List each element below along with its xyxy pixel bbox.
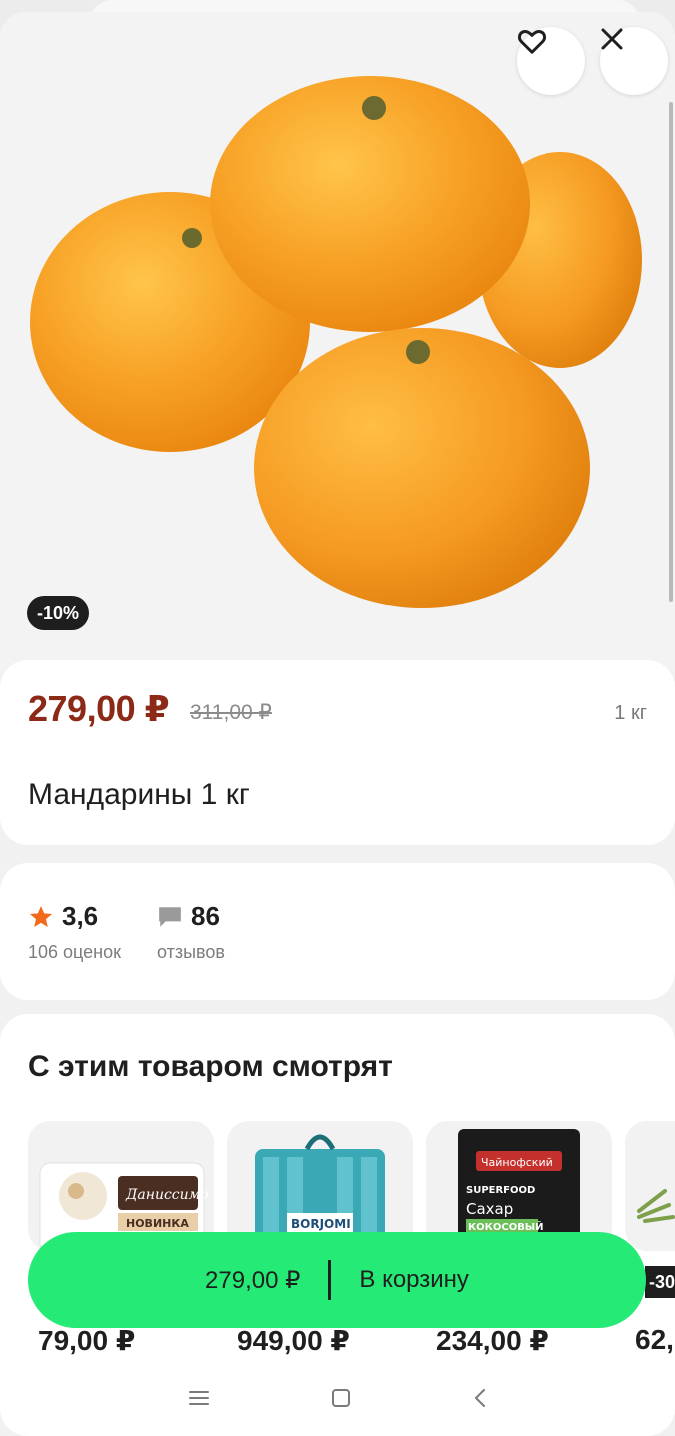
recommendations-title: С этим товаром смотрят xyxy=(28,1050,393,1083)
star-icon xyxy=(29,905,53,927)
line1-label: SUPERFOOD xyxy=(466,1185,535,1196)
scrollbar[interactable] xyxy=(669,102,673,602)
back-chevron-icon[interactable] xyxy=(472,1387,488,1409)
ratings-count: 106 оценок xyxy=(28,942,121,962)
rating-score: 3,6 xyxy=(62,901,99,931)
rec-product-price: 949,00 ₽ xyxy=(237,1325,350,1356)
cart-button-price: 279,00 ₽ xyxy=(205,1266,301,1294)
cart-button-label: В корзину xyxy=(359,1266,469,1293)
product-weight: 1 кг xyxy=(614,702,647,724)
heart-icon xyxy=(517,29,547,54)
reviews-label: отзывов xyxy=(157,942,225,962)
system-navigation-bar xyxy=(0,1360,675,1436)
close-icon xyxy=(601,28,623,50)
add-to-cart-button[interactable]: 279,00 ₽ В корзину xyxy=(28,1232,646,1328)
comment-icon xyxy=(159,906,181,927)
menu-icon[interactable] xyxy=(188,1389,210,1407)
price-card: 279,00 ₽ 311,00 ₽ 1 кг Мандарины 1 кг xyxy=(0,660,675,845)
close-button[interactable] xyxy=(600,27,668,95)
rec-discount-badge: -30 xyxy=(645,1266,675,1298)
rating-card: 3,6 106 оценок 86 отзывов xyxy=(0,863,675,1000)
rec-product-price: 234,00 ₽ xyxy=(436,1325,549,1356)
rating-block[interactable]: 3,6 106 оценок xyxy=(28,901,121,963)
brand-label: Чайнофский xyxy=(481,1156,553,1169)
current-price: 279,00 ₽ xyxy=(28,688,170,729)
favorite-button[interactable] xyxy=(517,27,585,95)
home-square-icon[interactable] xyxy=(330,1387,352,1409)
greens-image xyxy=(637,1189,675,1223)
reviews-block[interactable]: 86 отзывов xyxy=(157,901,225,963)
line2-label: Сахар xyxy=(466,1200,513,1218)
cart-button-divider xyxy=(328,1260,332,1300)
brand-label: Даниссимо xyxy=(125,1187,209,1203)
tag-label: НОВИНКА xyxy=(126,1217,189,1230)
product-image-area: -10% xyxy=(0,12,675,672)
rec-product-price: 79,00 ₽ xyxy=(38,1325,136,1356)
discount-badge: -10% xyxy=(27,596,90,630)
reviews-count: 86 xyxy=(191,901,220,931)
rec-product-price: 62, xyxy=(635,1324,674,1355)
old-price: 311,00 ₽ xyxy=(190,701,272,724)
product-sheet: -10% 279,00 ₽ 311,00 ₽ 1 кг Мандарины 1 … xyxy=(0,12,675,1436)
product-image xyxy=(30,76,642,608)
rec-product-tile[interactable] xyxy=(625,1121,675,1251)
brand-label: BORJOMI xyxy=(291,1217,351,1231)
product-title: Мандарины 1 кг xyxy=(28,778,250,811)
